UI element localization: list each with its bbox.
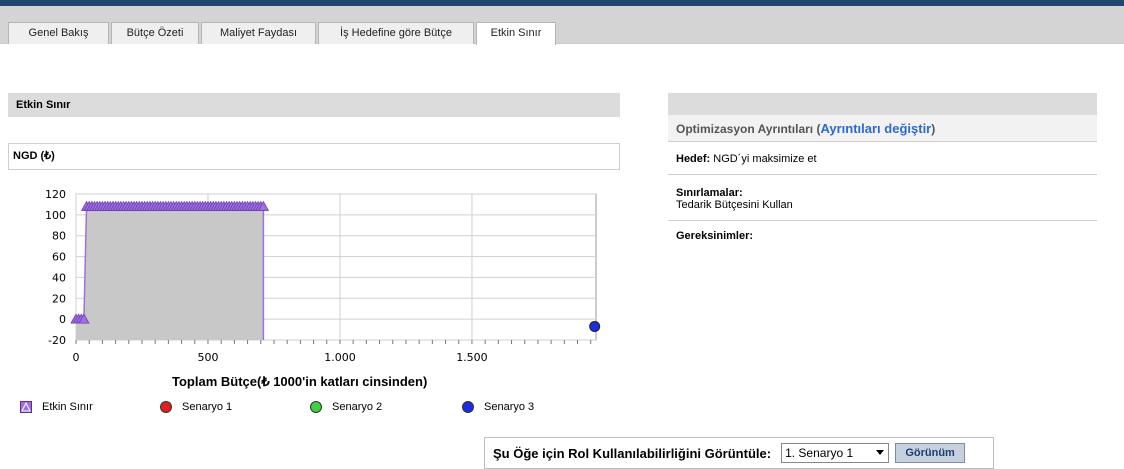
legend-label: Etkin Sınır: [42, 401, 93, 413]
scenario-select[interactable]: 1. Senaryo 1: [781, 443, 890, 463]
y-tick-label: 100: [45, 209, 66, 222]
role-availability-label: Şu Öğe için Rol Kullanılabilirliğini Gör…: [493, 445, 772, 461]
tab-butce-ozeti[interactable]: Bütçe Özeti: [111, 22, 199, 44]
tab-maliyet-faydasi[interactable]: Maliyet Faydası: [201, 22, 316, 44]
triangle-icon: [20, 401, 32, 413]
legend-item-etkin-sinir: Etkin Sınır: [20, 399, 93, 415]
panel-title-etkin-sinir: Etkin Sınır: [8, 93, 620, 117]
optimization-details-label: Optimizasyon Ayrıntıları (: [676, 122, 821, 136]
y-tick-label: 20: [52, 292, 66, 305]
optimization-details-row: Optimizasyon Ayrıntıları (Ayrıntıları de…: [668, 115, 1097, 142]
y-tick-label: 120: [45, 188, 66, 201]
chart-header: NGD (₺): [8, 143, 620, 170]
legend-label: Senaryo 3: [484, 401, 535, 413]
circle-icon: [462, 401, 474, 413]
legend-item-senaryo-3: Senaryo 3: [462, 399, 534, 415]
scenario-select-value: 1. Senaryo 1: [785, 446, 854, 460]
x-tick-label: 1.000: [324, 351, 356, 364]
legend-label: Senaryo 2: [332, 401, 383, 413]
efficient-frontier-chart: 120 100 80 60 40 20 0 -20 0 500 1.000 1.500: [45, 188, 601, 364]
tab-strip: Genel Bakış Bütçe Özeti Maliyet Faydası …: [0, 6, 1124, 45]
constraints-value: Tedarik Bütçesini Kullan: [676, 199, 793, 211]
y-tick-label: -20: [48, 334, 66, 347]
constraints-label: Sınırlamalar:: [676, 187, 743, 199]
x-tick-label: 500: [197, 351, 218, 364]
y-tick-label: 40: [52, 271, 66, 284]
x-tick-label: 0: [73, 351, 80, 364]
circle-icon: [160, 401, 172, 413]
scenario-point: [589, 320, 601, 332]
goal-value: NGD´yi maksimize et: [713, 153, 817, 165]
chevron-down-icon: [876, 450, 885, 455]
y-tick-label: 0: [59, 313, 66, 326]
change-details-link[interactable]: Ayrıntıları değiştir: [820, 121, 931, 136]
tab-etkin-sinir[interactable]: Etkin Sınır: [476, 22, 556, 45]
requirements-label: Gereksinimler:: [676, 230, 754, 242]
x-axis-title: Toplam Bütçe(₺ 1000'in katları cinsinden…: [172, 374, 428, 389]
optimization-panel-header: [668, 93, 1097, 115]
tab-genel-bakis[interactable]: Genel Bakış: [8, 22, 109, 44]
circle-icon: [310, 401, 322, 413]
goal-row: Hedef: NGD´yi maksimize et: [668, 143, 1097, 175]
legend-label: Senaryo 1: [182, 401, 233, 413]
view-button[interactable]: Görünüm: [895, 443, 966, 463]
optimization-details-close: ): [931, 122, 936, 136]
frontier-area: [76, 206, 264, 340]
y-tick-label: 60: [52, 251, 66, 264]
goal-label: Hedef:: [676, 153, 711, 165]
y-tick-label: 80: [52, 230, 66, 243]
constraints-row: Sınırlamalar: Tedarik Bütçesini Kullan: [668, 175, 1097, 221]
legend-item-senaryo-2: Senaryo 2: [310, 399, 382, 415]
requirements-row: Gereksinimler:: [668, 221, 1097, 251]
tab-is-hedefine-gore-butce[interactable]: İş Hedefine göre Bütçe: [318, 22, 474, 44]
role-availability-bar: Şu Öğe için Rol Kullanılabilirliğini Gör…: [484, 437, 994, 469]
x-tick-label: 1.500: [456, 351, 488, 364]
legend-item-senaryo-1: Senaryo 1: [160, 399, 232, 415]
